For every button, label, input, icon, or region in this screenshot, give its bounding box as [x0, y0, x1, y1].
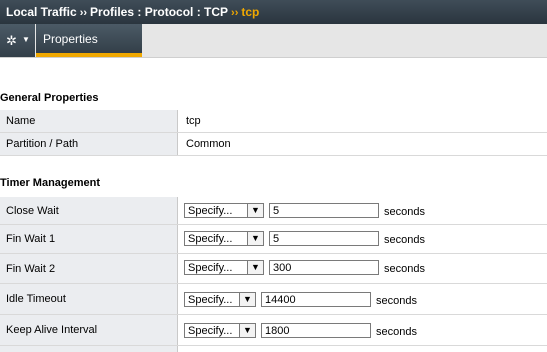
row-label: Partition / Path [0, 133, 178, 155]
fin-wait-1-input[interactable]: 5 [269, 231, 379, 246]
row-label: Fin Wait 1 [0, 225, 178, 253]
row-label-text: Idle Timeout [6, 293, 66, 305]
section-title-timer: Timer Management [0, 177, 101, 189]
unit-label: seconds [376, 326, 417, 338]
close-wait-select[interactable]: Specify... ▼ [184, 203, 264, 218]
name-value: tcp [186, 115, 201, 127]
idle-timeout-input[interactable]: 14400 [261, 292, 371, 307]
table-row: Idle Timeout Specify... ▼ 14400 seconds [0, 284, 547, 315]
row-label: Fin Wait 2 [0, 254, 178, 283]
table-row: Close Wait Specify... ▼ 5 seconds [0, 197, 547, 225]
breadcrumb-current: tcp [241, 5, 260, 19]
breadcrumb-profiles-path[interactable]: Profiles : Protocol : TCP [90, 5, 228, 19]
row-label-text: Name [6, 115, 36, 127]
breadcrumb-separator: ›› [231, 7, 239, 19]
table-row: Keep Alive Interval Specify... ▼ 1800 sec… [0, 315, 547, 346]
unit-label: seconds [384, 206, 425, 218]
table-row: Fin Wait 2 Specify... ▼ 300 seconds [0, 254, 547, 284]
gear-icon: ✲ [6, 33, 17, 48]
breadcrumb-separator: ›› [79, 7, 88, 19]
row-value: Specify... ▼ 5 seconds [178, 225, 547, 253]
tab-properties-label: Properties [43, 32, 98, 46]
idle-timeout-select[interactable]: Specify... ▼ [184, 292, 256, 307]
partition-value: Common [186, 138, 231, 150]
row-value: Specify... ▼ 14400 seconds [178, 284, 547, 314]
tab-bar: ✲ ▼ Properties [0, 24, 547, 58]
breadcrumb-local-traffic[interactable]: Local Traffic [6, 5, 77, 19]
table-row: Name tcp [0, 110, 547, 133]
chevron-down-icon: ▼ [239, 293, 255, 306]
fin-wait-2-select[interactable]: Specify... ▼ [184, 260, 264, 275]
table-row: Partition / Path Common [0, 133, 547, 156]
row-value: tcp [178, 110, 547, 132]
row-value: Specify... ▼ 300 seconds [178, 254, 547, 283]
close-wait-input[interactable]: 5 [269, 203, 379, 218]
title-bar: Local Traffic ›› Profiles : Protocol : TCP… [0, 0, 547, 24]
row-label: Idle Timeout [0, 284, 178, 314]
row-value: Specify... ▼ 5 seconds [178, 197, 547, 224]
row-label: Keep Alive Interval [0, 315, 178, 345]
tab-properties[interactable]: Properties [36, 24, 142, 57]
chevron-down-icon: ▼ [247, 232, 263, 245]
keep-alive-select[interactable]: Specify... ▼ [184, 323, 256, 338]
unit-label: seconds [376, 295, 417, 307]
row-label [0, 346, 178, 352]
row-label-text: Keep Alive Interval [6, 324, 98, 336]
row-label-text: Close Wait [6, 204, 59, 217]
table-row-partial [0, 346, 547, 352]
row-label-text: Partition / Path [6, 138, 79, 150]
unit-label: seconds [384, 263, 425, 275]
gear-menu-button[interactable]: ✲ ▼ [0, 24, 35, 57]
chevron-down-icon: ▼ [247, 261, 263, 274]
table-row: Fin Wait 1 Specify... ▼ 5 seconds [0, 225, 547, 254]
section-title-general: General Properties [0, 92, 99, 104]
row-label-text: Fin Wait 2 [6, 262, 56, 275]
row-value: Specify... ▼ 1800 seconds [178, 315, 547, 345]
fin-wait-1-select[interactable]: Specify... ▼ [184, 231, 264, 246]
row-label-text: Fin Wait 1 [6, 233, 56, 245]
chevron-down-icon: ▼ [239, 324, 255, 337]
chevron-down-icon: ▼ [22, 35, 30, 44]
breadcrumb: Local Traffic ›› Profiles : Protocol : TCP… [6, 5, 259, 19]
row-value: Common [178, 133, 547, 155]
fin-wait-2-input[interactable]: 300 [269, 260, 379, 275]
row-label: Name [0, 110, 178, 132]
chevron-down-icon: ▼ [247, 204, 263, 217]
unit-label: seconds [384, 234, 425, 246]
row-label: Close Wait [0, 197, 178, 224]
keep-alive-input[interactable]: 1800 [261, 323, 371, 338]
